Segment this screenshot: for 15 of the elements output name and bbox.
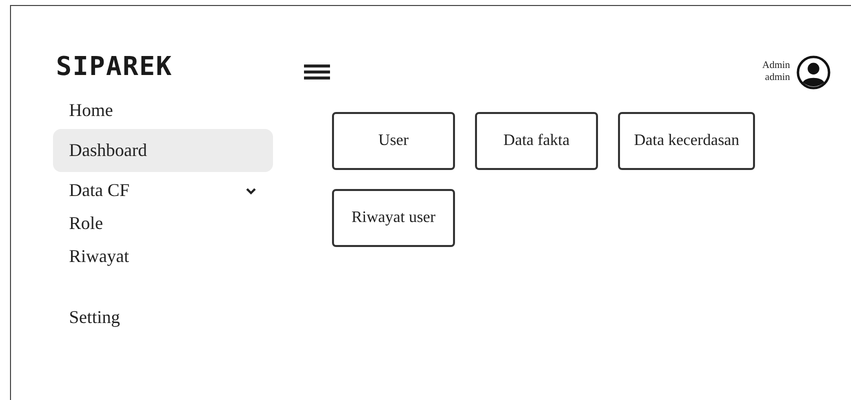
sidebar-item[interactable]: Dashboard	[53, 129, 273, 172]
avatar-icon[interactable]	[796, 54, 831, 90]
sidebar-item[interactable]: Setting	[53, 303, 273, 332]
app-logo: SIPAREK	[56, 52, 174, 82]
sidebar-item[interactable]: Home	[53, 96, 273, 125]
menu-card-button[interactable]: Riwayat user	[332, 189, 455, 247]
sidebar-item[interactable]: Riwayat	[53, 242, 273, 271]
menu-card-button[interactable]: User	[332, 112, 455, 170]
menu-icon[interactable]	[304, 64, 330, 80]
menu-card-button[interactable]: Data fakta	[475, 112, 598, 170]
sidebar-item[interactable]: Data CF	[53, 176, 273, 205]
sidebar-item[interactable]: Role	[53, 209, 273, 238]
menu-card-button[interactable]: Data kecerdasan	[618, 112, 756, 170]
user-role: admin	[765, 72, 790, 84]
user-name: Admin	[762, 60, 790, 72]
